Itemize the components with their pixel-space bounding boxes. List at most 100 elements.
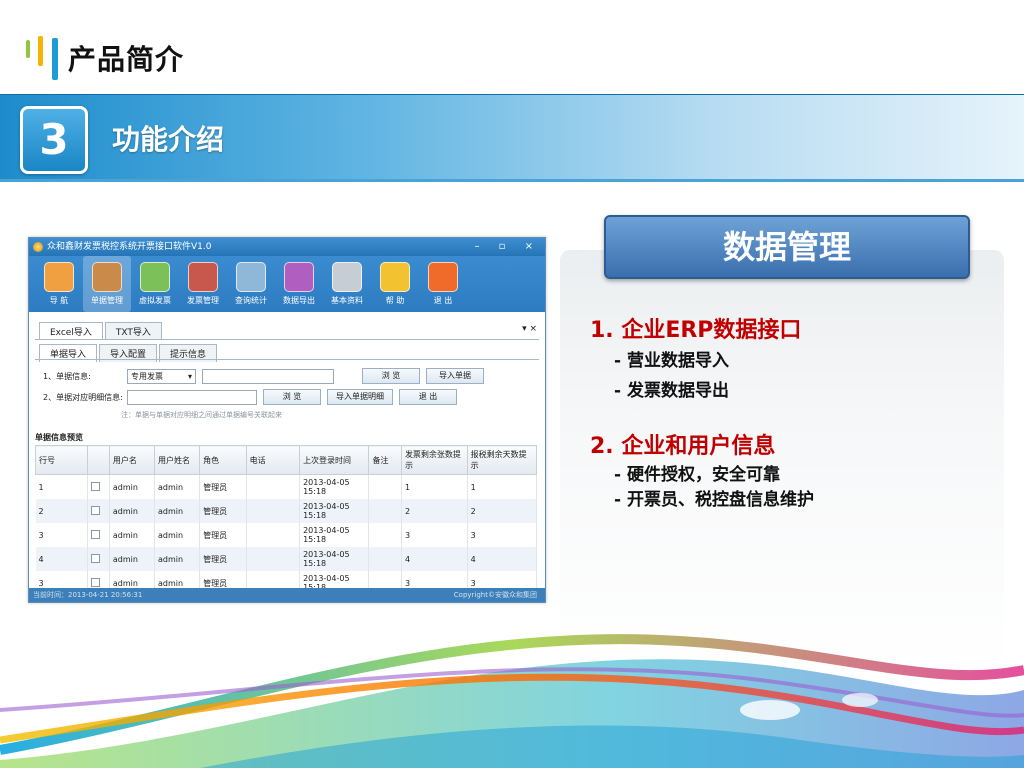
folder-icon — [92, 262, 122, 292]
doc-file-input[interactable] — [202, 368, 334, 384]
table-cell: 2013-04-05 15:18 — [299, 474, 370, 499]
app-logo-icon — [33, 242, 43, 252]
table-cell: 1 — [467, 474, 538, 499]
table-cell — [368, 499, 402, 523]
import-type-tabs: Excel导入 TXT导入 — [39, 322, 164, 340]
toolbar-label: 导 航 — [49, 296, 69, 305]
table-cell — [246, 474, 301, 499]
row-checkbox-cell — [87, 523, 110, 547]
column-header[interactable]: 用户姓名 — [153, 445, 201, 475]
toolbar-button-8[interactable]: 退 出 — [419, 256, 467, 312]
table-row[interactable]: 2 admin admin 管理员 2013-04-05 15:18 2 2 — [35, 499, 538, 523]
table-cell: admin — [154, 474, 201, 499]
row-checkbox[interactable] — [90, 505, 100, 515]
tab-close-controls[interactable]: ▾ × — [522, 324, 537, 334]
table-cell: 2013-04-05 15:18 — [299, 547, 370, 571]
toolbar-label: 退 出 — [433, 296, 453, 305]
table-cell: 2 — [35, 499, 88, 523]
toolbar-label: 数据导出 — [283, 296, 315, 305]
table-cell: admin — [109, 547, 155, 571]
column-header[interactable]: 角色 — [199, 445, 247, 475]
light-flare-2 — [842, 693, 878, 707]
window-title: 众和鑫财发票税控系统开票接口软件V1.0 — [47, 242, 212, 252]
table-cell: admin — [154, 523, 201, 547]
table-cell: 2013-04-05 15:18 — [299, 499, 370, 523]
row-checkbox[interactable] — [90, 529, 100, 539]
section-title: 功能介绍 — [112, 123, 225, 156]
row-checkbox[interactable] — [90, 553, 100, 563]
table-cell — [246, 523, 301, 547]
section-number: 3 — [20, 106, 88, 174]
row-checkbox-cell — [87, 474, 110, 499]
import-detail-button[interactable]: 导入单据明细 — [327, 389, 393, 405]
feature-heading-1: 1. 企业ERP数据接口 — [590, 318, 802, 343]
page-title: 产品简介 — [68, 43, 185, 76]
column-header[interactable]: 备注 — [368, 445, 402, 475]
toolbar-label: 虚拟发票 — [139, 296, 171, 305]
light-flare — [740, 700, 800, 720]
detail-file-input[interactable] — [127, 389, 257, 405]
row-checkbox[interactable] — [90, 481, 100, 491]
yellow-bar — [38, 36, 43, 66]
toolbar-button-7[interactable]: 帮 助 — [371, 256, 419, 312]
table-cell: admin — [109, 474, 155, 499]
panel-title: 数据管理 — [604, 215, 970, 279]
toolbar-button-5[interactable]: 数据导出 — [275, 256, 323, 312]
table-cell: 3 — [35, 523, 88, 547]
table-cell: 3 — [467, 523, 538, 547]
browse-button-2[interactable]: 浏 览 — [263, 389, 321, 405]
column-header[interactable]: 电话 — [245, 445, 301, 475]
toolbar-button-3[interactable]: 发票管理 — [179, 256, 227, 312]
toolbar-label: 查询统计 — [235, 296, 267, 305]
toolbar-label: 帮 助 — [385, 296, 405, 305]
green-bar — [26, 40, 30, 58]
browse-button-1[interactable]: 浏 览 — [362, 368, 420, 384]
toolbar-button-0[interactable]: 导 航 — [35, 256, 83, 312]
row-checkbox[interactable] — [90, 577, 100, 587]
preview-table: 行号 用户名 用户姓名 角色 电话 上次登录时间 备注 发票剩余张数提示 报税剩余天数提示 1a… — [35, 445, 538, 602]
tab-excel-import[interactable]: Excel导入 — [39, 322, 103, 340]
table-cell — [246, 547, 301, 571]
table-row[interactable]: 3adminadmin管理员2013-04-05 15:1833 — [35, 523, 538, 547]
software-screenshot: 众和鑫财发票税控系统开票接口软件V1.0 – ▫ × 导 航单据管理 虚拟发票 发票… — [28, 237, 546, 603]
table-cell: 2 — [401, 499, 468, 523]
column-header[interactable]: 行号 — [35, 445, 88, 475]
doc-info-label: 1、单据信息: — [43, 371, 91, 381]
tab-txt-import[interactable]: TXT导入 — [104, 322, 162, 340]
toolbar-button-2[interactable]: 虚拟发票 — [131, 256, 179, 312]
table-cell: 1 — [35, 474, 88, 499]
toolbar-button-4[interactable]: 查询统计 — [227, 256, 275, 312]
table-cell: 3 — [401, 523, 468, 547]
toolbar-button-6[interactable]: 基本资料 — [323, 256, 371, 312]
doc-info-row: 1、单据信息: 专用发票 浏 览 导入单据 — [43, 368, 484, 384]
preview-section-title: 单据信息预览 — [35, 433, 83, 442]
feature-item-1-1: - 营业数据导入 — [614, 351, 729, 371]
main-toolbar: 导 航 单据管理 虚拟发票 发票管理 查询统计 数据导出 基本资料 帮 助 退 出 — [29, 256, 545, 312]
exit-icon — [428, 262, 458, 292]
column-header[interactable]: 用户名 — [108, 445, 155, 475]
table-cell: 管理员 — [199, 523, 247, 547]
window-controls[interactable]: – ▫ × — [474, 238, 541, 256]
column-header[interactable] — [86, 445, 110, 475]
row-checkbox-cell — [87, 547, 110, 571]
exit-button[interactable]: 退 出 — [399, 389, 457, 405]
table-cell: admin — [154, 499, 201, 523]
import-note: 注：单据与单据对应明细之间通过单据编号关联起来 — [121, 411, 282, 419]
table-cell: 4 — [35, 547, 88, 571]
column-header[interactable]: 上次登录时间 — [299, 445, 370, 475]
decorative-waves — [0, 634, 1024, 768]
column-header[interactable]: 报税剩余天数提示 — [466, 445, 538, 475]
feature-heading-2: 2. 企业和用户信息 — [590, 434, 776, 459]
export-icon — [284, 262, 314, 292]
doc-detail-row: 2、单据对应明细信息: 浏 览 导入单据明细 退 出 — [43, 389, 457, 405]
feature-item-2-2: - 开票员、税控盘信息维护 — [614, 490, 814, 510]
feature-item-1-2: - 发票数据导出 — [614, 381, 729, 401]
table-row[interactable]: 1 admin admin 管理员 2013-04-05 15:18 1 1 — [35, 474, 538, 499]
toolbar-label: 发票管理 — [187, 296, 219, 305]
magnifier-icon — [236, 262, 266, 292]
toolbar-button-1[interactable]: 单据管理 — [83, 256, 131, 312]
invoice-type-select[interactable]: 专用发票 — [127, 368, 196, 384]
table-row[interactable]: 4adminadmin管理员2013-04-05 15:1844 — [35, 547, 538, 571]
column-header[interactable]: 发票剩余张数提示 — [400, 445, 468, 475]
import-doc-button[interactable]: 导入单据 — [426, 368, 484, 384]
